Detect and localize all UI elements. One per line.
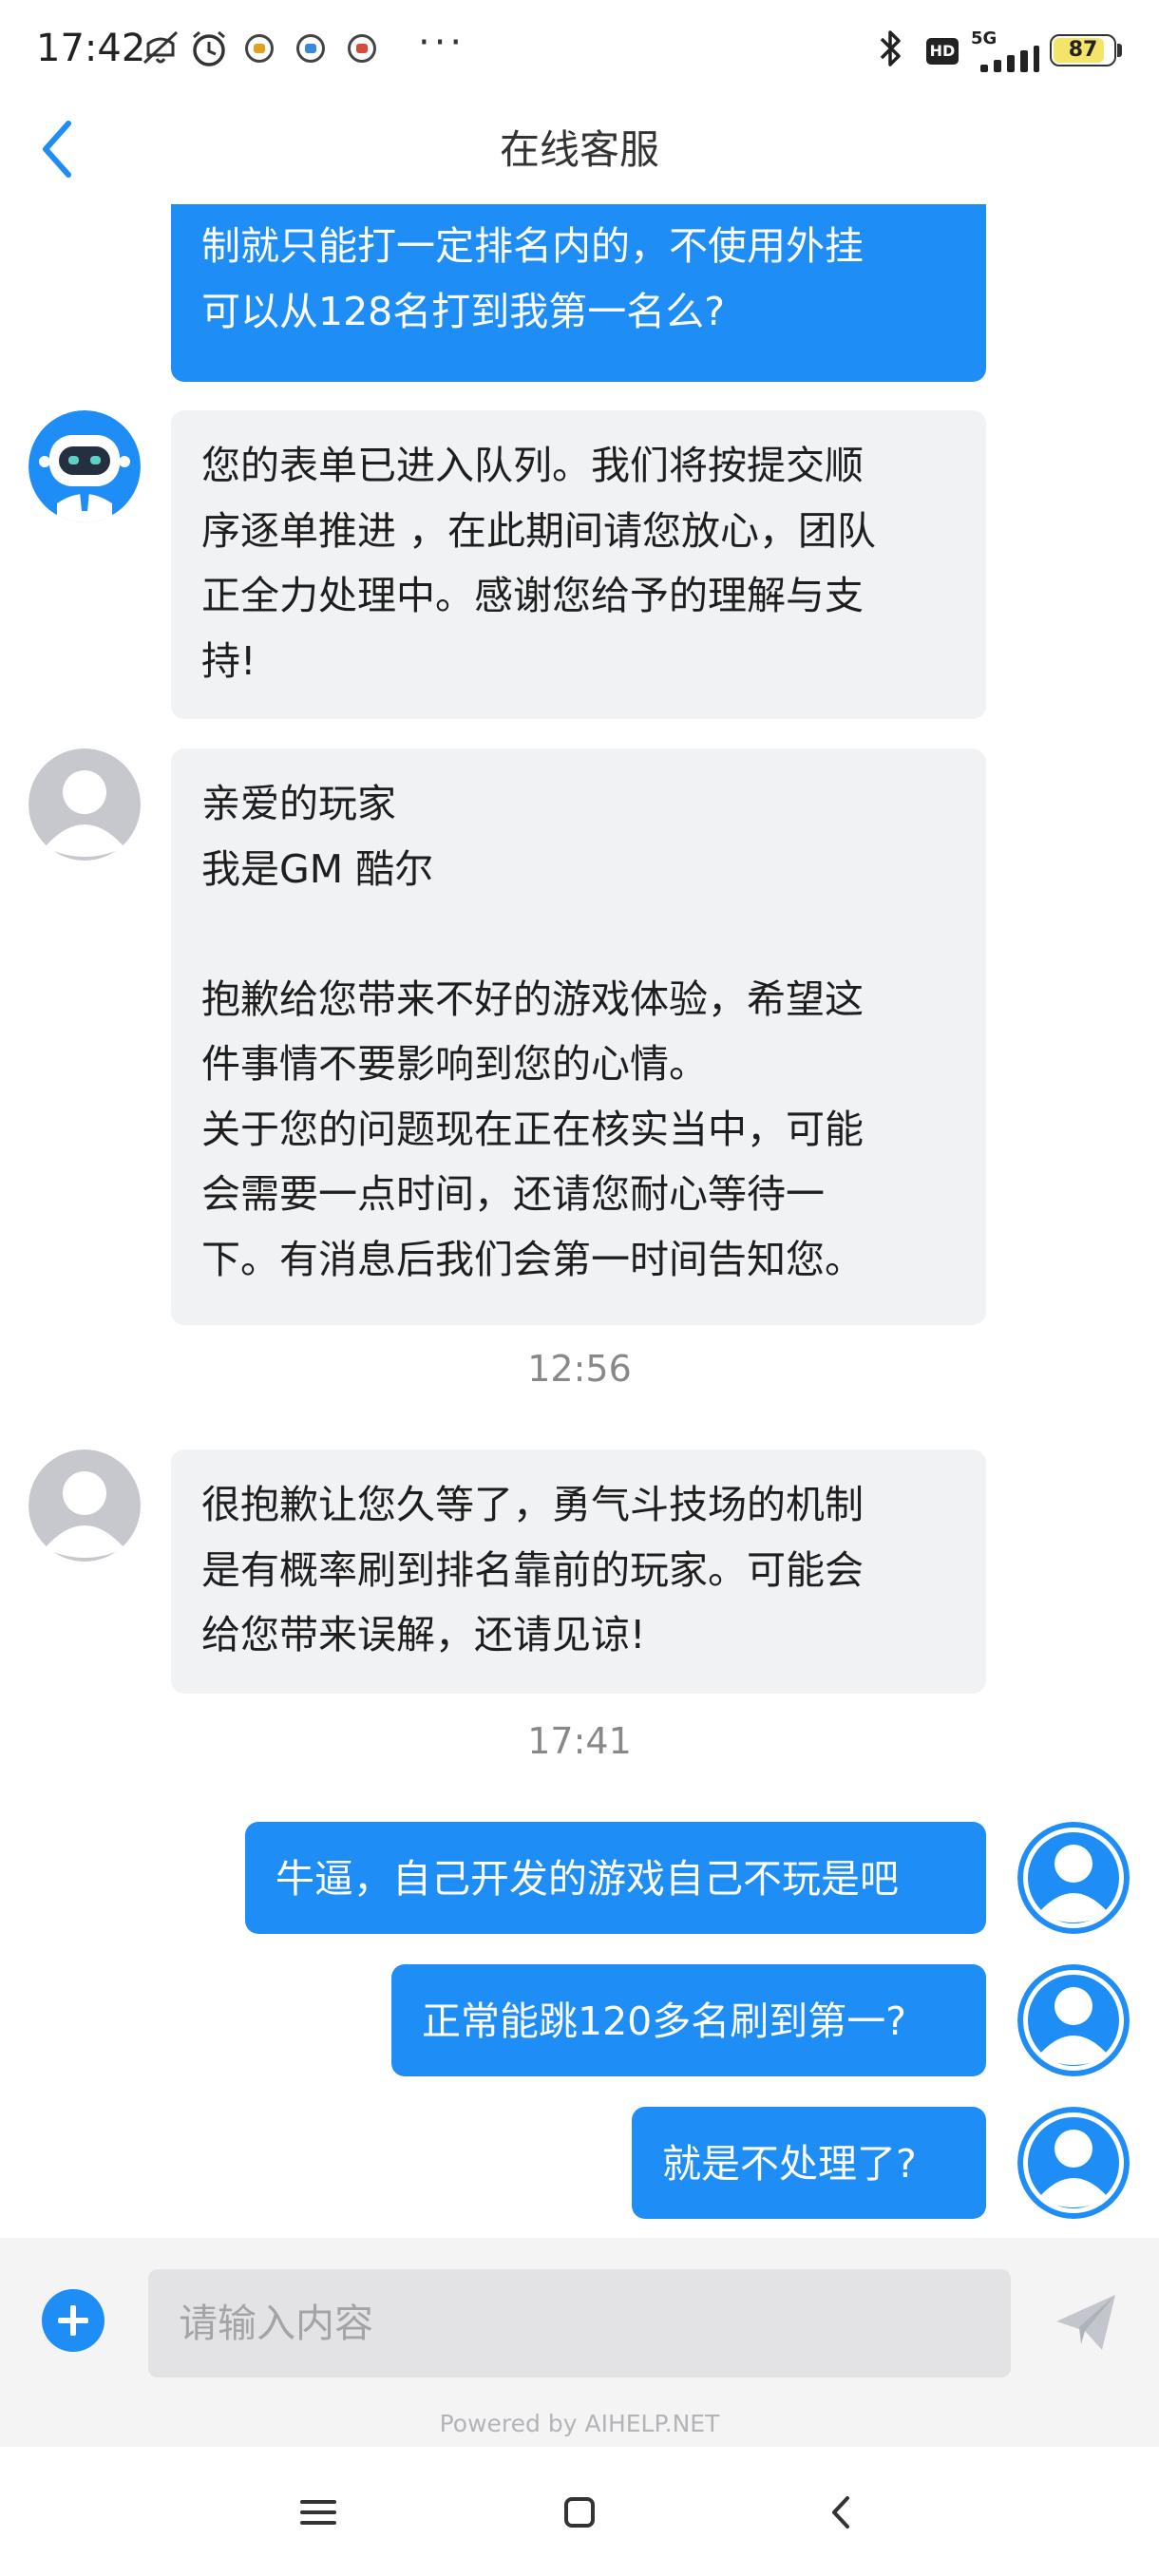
- signal-icon: [967, 46, 1039, 72]
- incoming-message: 亲爱的玩家 我是GM 酷尔 抱歉给您带来不好的游戏体验，希望这 件事情不要影响到…: [171, 748, 986, 1325]
- alarm-icon: [188, 27, 230, 70]
- message-timestamp: 12:56: [527, 1348, 632, 1390]
- mute-icon: [139, 27, 182, 70]
- hd-badge: HD: [926, 38, 959, 65]
- outgoing-message: 牛逼，自己开发的游戏自己不玩是吧: [245, 1822, 986, 1934]
- powered-by-label: Powered by AIHELP.NET: [439, 2410, 720, 2437]
- incoming-message: 很抱歉让您久等了，勇气斗技场的机制 是有概率刷到排名靠前的玩家。可能会 给您带来…: [171, 1449, 986, 1694]
- home-icon[interactable]: [546, 2479, 613, 2546]
- page-title: 在线客服: [499, 126, 659, 173]
- self-avatar: [1017, 1964, 1130, 2076]
- status-time: 17:42: [36, 27, 146, 70]
- message-input[interactable]: [148, 2269, 1011, 2377]
- incoming-message: 您的表单已进入队列。我们将按提交顺 序逐单推进 ，在此期间请您放心，团队 正全力…: [171, 410, 986, 719]
- default-user-avatar: [28, 748, 141, 861]
- chat-message-list[interactable]: 制就只能打一定排名内的，不使用外挂 可以从128名打到我第一名么? 您的表单已进…: [0, 204, 1159, 2237]
- battery-icon: 87: [1050, 34, 1116, 66]
- back-icon[interactable]: [809, 2479, 876, 2546]
- bluetooth-icon: [874, 27, 908, 70]
- outgoing-message: 正常能跳120多名刷到第一?: [391, 1964, 986, 2076]
- default-user-avatar: [28, 1449, 141, 1562]
- app-notification-icon: [296, 27, 325, 70]
- status-bar: 17:42 ··· HD 5G 87: [0, 0, 1159, 100]
- outgoing-message: 制就只能打一定排名内的，不使用外挂 可以从128名打到我第一名么?: [171, 204, 986, 382]
- self-avatar: [1017, 1822, 1130, 1934]
- message-timestamp: 17:41: [527, 1720, 632, 1762]
- plus-circle-icon[interactable]: [42, 2289, 104, 2352]
- app-notification-icon: [348, 27, 376, 70]
- robot-avatar: [28, 410, 141, 522]
- menu-icon[interactable]: [285, 2479, 352, 2546]
- more-notifications-indicator: ···: [418, 21, 466, 65]
- send-icon[interactable]: [1053, 2289, 1119, 2356]
- outgoing-message: 就是不处理了?: [632, 2107, 986, 2219]
- app-notification-icon: [245, 27, 274, 70]
- battery-level: 87: [1068, 38, 1098, 62]
- self-avatar: [1017, 2107, 1130, 2219]
